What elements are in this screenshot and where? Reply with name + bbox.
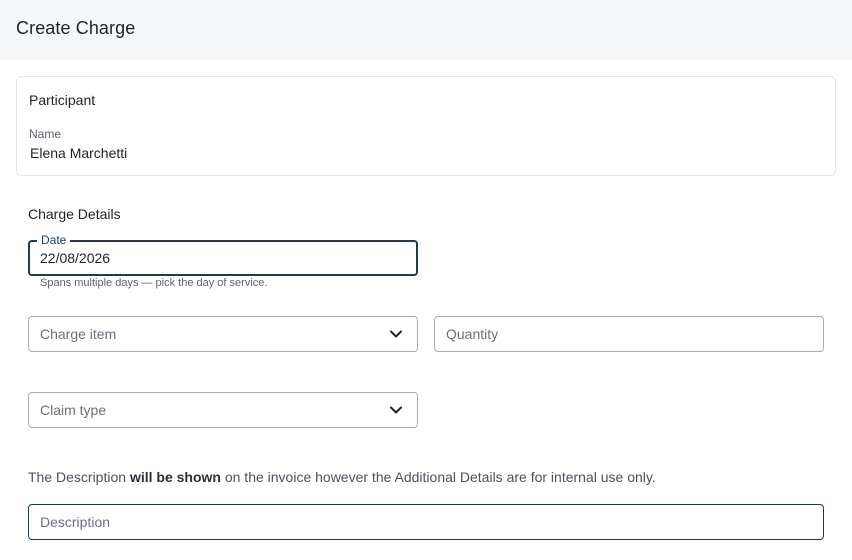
date-field-value[interactable]: 22/08/2026 — [40, 250, 110, 266]
page-title: Create Charge — [16, 18, 136, 38]
date-field[interactable]: Date 22/08/2026 — [28, 233, 418, 276]
participant-heading: Participant — [29, 92, 96, 108]
charge-details-heading: Charge Details — [28, 206, 121, 222]
chevron-down-icon[interactable] — [389, 404, 403, 416]
description-placeholder: Description — [40, 514, 111, 530]
claim-type-placeholder: Claim type — [40, 402, 107, 418]
claim-type-select[interactable]: Claim type — [28, 392, 418, 428]
description-visibility-note: The Description will be shown on the inv… — [28, 469, 656, 485]
date-field-label: Date — [37, 233, 71, 247]
participant-name-label: Name — [29, 127, 62, 141]
create-charge-page: Create Charge Participant Name Elena Mar… — [0, 0, 852, 560]
description-input[interactable]: Description — [28, 504, 824, 540]
page-header: Create Charge — [0, 0, 852, 60]
note-emphasis: will be shown — [129, 469, 221, 485]
chevron-down-icon[interactable] — [389, 328, 403, 340]
quantity-placeholder: Quantity — [446, 326, 499, 342]
charge-item-placeholder: Charge item — [40, 326, 117, 342]
participant-card: Participant Name Elena Marchetti — [16, 76, 836, 176]
note-suffix: on the invoice however the Additional De… — [220, 469, 656, 485]
quantity-input[interactable]: Quantity — [434, 316, 824, 352]
participant-name-value: Elena Marchetti — [30, 145, 128, 161]
note-prefix: The Description — [28, 469, 130, 485]
date-helper-text: Spans multiple days — pick the day of se… — [40, 277, 268, 289]
charge-item-select[interactable]: Charge item — [28, 316, 418, 352]
